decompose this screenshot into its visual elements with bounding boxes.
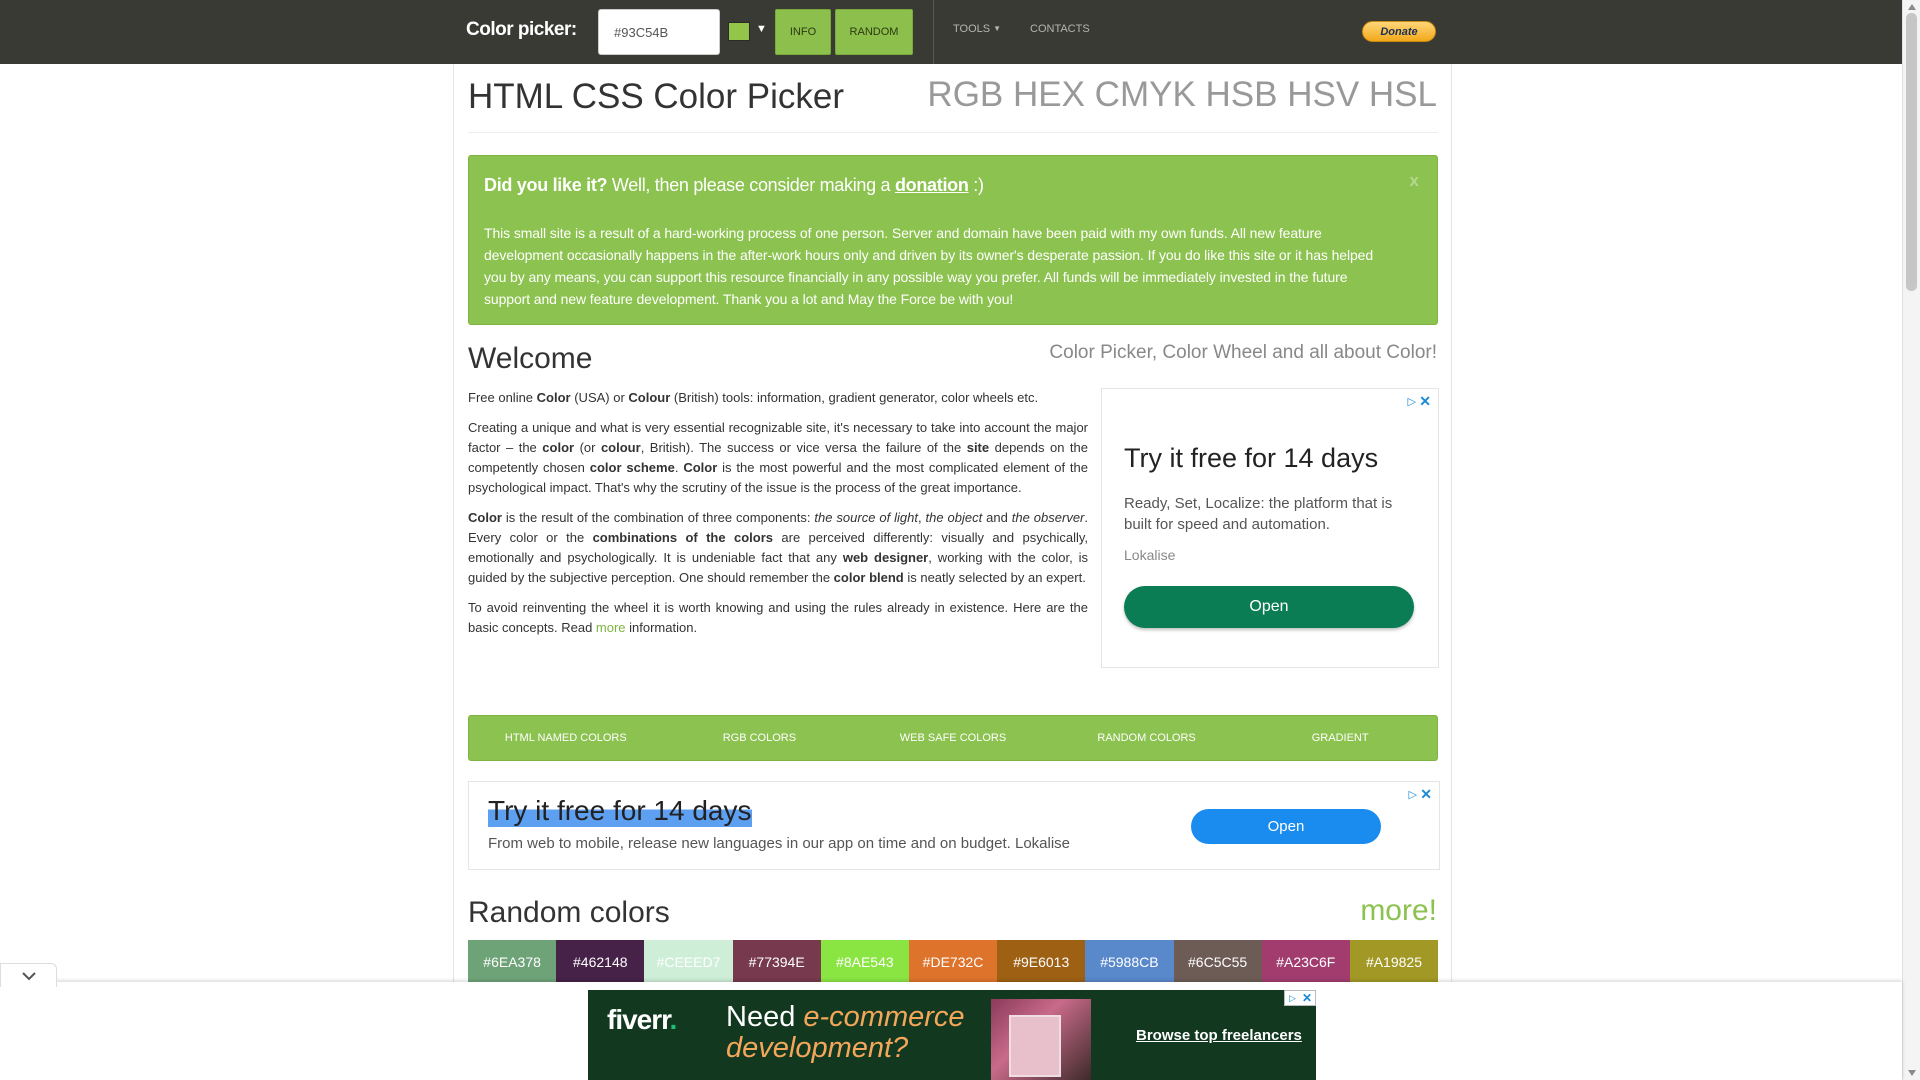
caret-down-icon: ▼: [756, 23, 767, 35]
color-swatch[interactable]: #9E6013: [997, 940, 1086, 984]
banner-advertisement[interactable]: ▷ ✕ Try it free for 14 days From web to …: [468, 781, 1440, 870]
color-formats-heading: RGB HEX CMYK HSB HSV HSL: [927, 75, 1437, 114]
page-title: HTML CSS Color Picker: [468, 77, 844, 116]
welcome-paragraph: Color is the result of the combination o…: [468, 510, 1089, 585]
fiverr-headline: Need e-commerce development?: [726, 1001, 965, 1064]
banner-ad-open-button[interactable]: Open: [1191, 809, 1381, 844]
category-rgb-colors[interactable]: RGB COLORS: [663, 716, 857, 760]
tools-menu[interactable]: TOOLS ▼: [953, 23, 1001, 35]
ad-brand: Lokalise: [1124, 547, 1176, 563]
fiverr-advertisement[interactable]: fiverr. Need e-commerce development? Brow…: [588, 990, 1316, 1080]
color-swatch[interactable]: #462148: [556, 940, 645, 984]
ad-close-icon[interactable]: ✕: [1419, 393, 1431, 410]
welcome-paragraph: To avoid reinventing the wheel it is wor…: [468, 600, 1088, 635]
info-button[interactable]: INFO: [775, 9, 831, 55]
color-swatch[interactable]: #6C5C55: [1173, 940, 1262, 984]
category-nav: HTML NAMED COLORS RGB COLORS WEB SAFE CO…: [468, 715, 1438, 761]
ad-title: Try it free for 14 days: [1124, 443, 1379, 473]
scroll-up-arrow-icon[interactable]: [1908, 4, 1916, 10]
navbar-divider: [933, 0, 934, 64]
color-swatch[interactable]: #DE732C: [908, 940, 998, 984]
random-button[interactable]: RANDOM: [835, 9, 913, 55]
ad-description: Ready, Set, Localize: the platform that …: [1124, 495, 1393, 533]
title-divider: [468, 132, 1438, 133]
donation-alert: Did you like it? Well, then please consi…: [468, 155, 1438, 325]
ad-close-icon[interactable]: ✕: [1420, 786, 1432, 803]
alert-lead-end: :): [968, 175, 984, 195]
side-advertisement[interactable]: ▷ ✕ Try it free for 14 days Ready, Set, …: [1101, 388, 1439, 668]
color-swatch[interactable]: #5988CB: [1085, 940, 1174, 984]
welcome-text: Free online Color (USA) or Colour (Briti…: [468, 388, 1088, 648]
banner-ad-description: From web to mobile, release new language…: [488, 835, 1071, 852]
ad-choices-badge[interactable]: ▷ ✕: [1284, 990, 1316, 1006]
brand-title: Color picker:: [466, 19, 577, 40]
browse-freelancers-link[interactable]: Browse top freelancers: [1136, 1027, 1302, 1044]
chevron-down-icon: [22, 972, 36, 981]
alert-body: This small site is a result of a hard-wo…: [484, 225, 1374, 307]
color-swatch[interactable]: #A19825: [1349, 940, 1439, 984]
adchoices-icon[interactable]: ▷: [1408, 395, 1416, 408]
alert-lead-text: Well, then please consider making a: [607, 175, 895, 195]
adchoices-icon[interactable]: ▷: [1409, 788, 1417, 801]
category-html-named-colors[interactable]: HTML NAMED COLORS: [469, 716, 663, 760]
more-info-link[interactable]: more: [596, 620, 626, 635]
donate-button[interactable]: Donate: [1362, 21, 1436, 42]
more-colors-link[interactable]: more!: [1360, 894, 1437, 928]
top-navbar: Color picker: ▼ INFO RANDOM TOOLS▼ CONTA…: [0, 0, 1902, 64]
random-colors-heading: Random colors: [468, 896, 670, 929]
alert-lead-bold: Did you like it?: [484, 175, 608, 195]
adchoices-icon: ▷: [1289, 993, 1296, 1003]
color-swatch[interactable]: #8AE543: [820, 940, 909, 984]
banner-ad-title: Try it free for 14 days: [488, 795, 752, 827]
welcome-subheading: Color Picker, Color Wheel and all about …: [1049, 342, 1437, 363]
welcome-paragraph: Creating a unique and what is very essen…: [468, 420, 1088, 495]
collapse-ad-button[interactable]: [0, 963, 57, 987]
main-container: HTML CSS Color Picker RGB HEX CMYK HSB H…: [453, 64, 1452, 1080]
tools-menu-label: TOOLS: [953, 23, 991, 35]
fiverr-logo: fiverr.: [607, 1004, 677, 1035]
current-color-swatch: [728, 22, 750, 41]
donation-link[interactable]: donation: [895, 175, 969, 195]
caret-down-icon: ▼: [993, 24, 1002, 33]
welcome-paragraph: Free online Color (USA) or Colour (Briti…: [468, 390, 1039, 405]
ad-close-icon[interactable]: ✕: [1302, 991, 1312, 1005]
alert-close-icon[interactable]: x: [1410, 171, 1419, 191]
page-scrollbar[interactable]: [1902, 0, 1920, 1080]
category-gradient[interactable]: GRADIENT: [1243, 716, 1437, 760]
color-swatch[interactable]: #77394E: [732, 940, 821, 984]
scroll-down-arrow-icon[interactable]: [1908, 1070, 1916, 1076]
color-hex-input[interactable]: [598, 9, 720, 55]
fiverr-ad-image: [991, 999, 1091, 1080]
alert-heading: Did you like it? Well, then please consi…: [484, 175, 984, 196]
welcome-heading: Welcome: [468, 342, 593, 375]
color-swatch[interactable]: #6EA378: [468, 940, 557, 984]
ad-open-button[interactable]: Open: [1124, 586, 1414, 628]
color-swatch[interactable]: #A23C6F: [1261, 940, 1350, 984]
category-random-colors[interactable]: RANDOM COLORS: [1050, 716, 1244, 760]
color-swatch[interactable]: #CEEED7: [644, 940, 733, 984]
random-color-swatches: #6EA378 #462148 #CEEED7 #77394E #8AE543 …: [468, 940, 1439, 984]
color-swatch-dropdown[interactable]: ▼: [726, 22, 770, 42]
scroll-thumb[interactable]: [1906, 13, 1917, 291]
category-web-safe-colors[interactable]: WEB SAFE COLORS: [856, 716, 1050, 760]
contacts-link[interactable]: CONTACTS: [1030, 23, 1090, 35]
